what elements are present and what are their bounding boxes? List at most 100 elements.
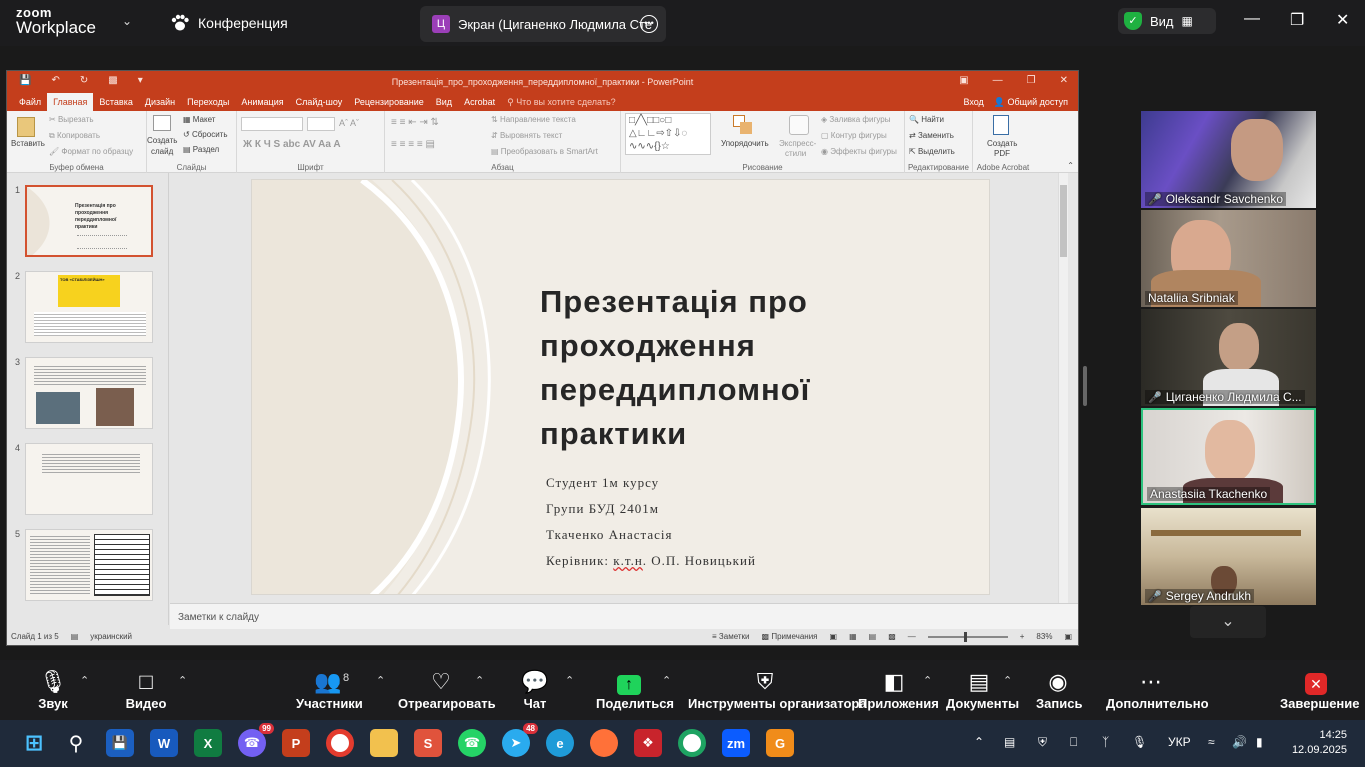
edge-icon[interactable]: e bbox=[546, 729, 574, 757]
system-clock[interactable]: 14:25 12.09.2025 bbox=[1292, 728, 1347, 758]
tray-bluetooth-icon[interactable]: ᛉ bbox=[1102, 735, 1109, 749]
font-grow-icon[interactable]: Aˆ Aˇ bbox=[339, 118, 359, 128]
ribbon-tab-9[interactable]: Acrobat bbox=[458, 93, 501, 111]
minimize-icon[interactable]: — bbox=[1244, 10, 1260, 28]
shapes-gallery[interactable]: □╱╲□□○□ △∟∟⇨⇧⇩◌ ∿∿∿{}☆ bbox=[625, 113, 711, 155]
slide-sorter-icon[interactable]: ▦ bbox=[849, 632, 857, 641]
participant-video-2[interactable]: Nataliia Sribniak bbox=[1141, 210, 1316, 307]
more-button[interactable]: ⋯ Дополнительно bbox=[1106, 668, 1209, 711]
slide-thumbnail-1[interactable]: Презентація про проходження переддипломн… bbox=[25, 185, 153, 257]
zoom-out-icon[interactable]: — bbox=[908, 632, 916, 641]
more-options-icon[interactable]: ••• bbox=[640, 15, 658, 33]
close-icon[interactable]: ✕ bbox=[1336, 10, 1349, 30]
telegram-icon[interactable]: ➤ 48 bbox=[502, 723, 538, 757]
slide-thumbnail-2[interactable]: ТОВ «СТАБІЛІЗЕЙШН» bbox=[25, 271, 153, 343]
ribbon-tab-2[interactable]: Вставка bbox=[93, 93, 138, 111]
find-button[interactable]: 🔍 Найти bbox=[909, 115, 944, 124]
ribbon-tab-4[interactable]: Переходы bbox=[181, 93, 235, 111]
scroll-participants-down-icon[interactable]: ⌄ bbox=[1190, 606, 1266, 638]
participant-video-4-active-speaker[interactable]: Anastasiia Tkachenko bbox=[1141, 408, 1316, 505]
react-button[interactable]: ♡ Отреагировать bbox=[398, 668, 496, 711]
ribbon-tab-8[interactable]: Вид bbox=[430, 93, 458, 111]
word-icon[interactable]: W bbox=[150, 729, 178, 757]
zoom-app-icon[interactable]: zm bbox=[722, 729, 750, 757]
signin-link[interactable]: Вход bbox=[963, 97, 983, 108]
text-direction-button[interactable]: ⇅ Направление текста bbox=[491, 115, 576, 124]
audio-button[interactable]: 🎙 Звук bbox=[36, 668, 70, 711]
save-app-icon[interactable]: 💾 bbox=[106, 729, 134, 757]
slideshow-view-icon[interactable]: ▩ bbox=[888, 632, 896, 641]
create-pdf-icon[interactable] bbox=[993, 115, 1009, 135]
chat-button[interactable]: 💬 Чат bbox=[520, 668, 550, 711]
slide-thumbnail-4[interactable] bbox=[25, 443, 153, 515]
tray-monitor-icon[interactable]: ▤ bbox=[1004, 735, 1015, 749]
video-options-caret[interactable]: ⌃ bbox=[178, 674, 187, 687]
end-meeting-button[interactable]: ✕ Завершение bbox=[1280, 668, 1360, 711]
zoom-slider[interactable] bbox=[927, 631, 1008, 642]
chevron-down-icon[interactable]: ⌄ bbox=[122, 14, 132, 28]
pdf-app-icon[interactable]: G bbox=[766, 729, 794, 757]
font-format-icons[interactable]: Ж К Ч S abc AV Aa A bbox=[243, 139, 341, 150]
restore-icon[interactable]: ❐ bbox=[1290, 10, 1304, 30]
windows-start-icon[interactable]: ⊞ bbox=[20, 729, 48, 757]
video-button[interactable]: □ Видео bbox=[124, 668, 168, 711]
view-button[interactable]: ✓ Вид ▦ bbox=[1118, 8, 1216, 34]
tray-mic-icon[interactable]: 🎙 bbox=[1132, 735, 1147, 749]
react-options-caret[interactable]: ⌃ bbox=[475, 674, 484, 687]
participant-video-1[interactable]: 🎤 Oleksandr Savchenko bbox=[1141, 111, 1316, 208]
font-name-input[interactable] bbox=[241, 117, 303, 131]
search-icon[interactable]: ⚲ bbox=[62, 729, 90, 757]
ribbon-tab-7[interactable]: Рецензирование bbox=[348, 93, 430, 111]
language-indicator[interactable]: УКР bbox=[1168, 735, 1191, 749]
align-text-button[interactable]: ⇵ Выровнять текст bbox=[491, 131, 562, 140]
reading-view-icon[interactable]: ▤ bbox=[869, 632, 877, 641]
ppt-restore-icon[interactable]: ❐ bbox=[1027, 75, 1036, 86]
slide-thumbnail-5[interactable] bbox=[25, 529, 153, 601]
screen-share-tab[interactable]: Ц Экран (Циганенко Людмила Сте ••• bbox=[420, 6, 666, 42]
layout-button[interactable]: ▦ Макет bbox=[183, 115, 215, 124]
whatsapp-icon[interactable]: ☎ bbox=[458, 729, 486, 757]
battery-icon[interactable]: ▮ bbox=[1256, 735, 1263, 749]
align-icons[interactable]: ≡ ≡ ≡ ≡ ▤ bbox=[391, 139, 435, 150]
replace-button[interactable]: ⇄ Заменить bbox=[909, 131, 954, 140]
ribbon-tab-6[interactable]: Слайд-шоу bbox=[290, 93, 349, 111]
tray-security-icon[interactable]: ⛨ bbox=[1038, 735, 1047, 750]
slide-subtitle[interactable]: Студент 1м курсу Групи БУД 2401м Ткаченк… bbox=[546, 470, 756, 574]
select-button[interactable]: ⇱ Выделить bbox=[909, 147, 955, 156]
slide-1[interactable]: Презентація про проходження переддипломн… bbox=[251, 179, 990, 595]
comments-toggle[interactable]: ▩ Примечания bbox=[762, 632, 818, 641]
ribbon-tab-1[interactable]: Главная bbox=[47, 93, 94, 111]
quick-styles-button[interactable]: Экспресс- bbox=[779, 139, 816, 148]
quick-styles-button-2[interactable]: стили bbox=[785, 149, 806, 158]
share-button[interactable]: 👤 Общий доступ bbox=[994, 97, 1068, 108]
spellcheck-icon[interactable]: ▤ bbox=[71, 632, 79, 641]
firefox-icon[interactable] bbox=[590, 729, 618, 757]
zoom-in-icon[interactable]: + bbox=[1020, 632, 1025, 641]
arrange-icon[interactable] bbox=[733, 115, 753, 135]
share-screen-button[interactable]: ↑ Поделиться bbox=[596, 668, 674, 711]
volume-icon[interactable]: 🔊 bbox=[1232, 735, 1247, 749]
cut-button[interactable]: ✂ Вырезать bbox=[49, 115, 94, 124]
vertical-scrollbar[interactable] bbox=[1058, 173, 1068, 603]
create-pdf-button[interactable]: Создать bbox=[987, 139, 1017, 148]
notes-toggle[interactable]: ≡ Заметки bbox=[712, 632, 750, 641]
new-slide-button-2[interactable]: слайд bbox=[151, 147, 173, 156]
file-explorer-icon[interactable] bbox=[370, 729, 398, 757]
normal-view-icon[interactable]: ▣ bbox=[830, 632, 838, 641]
chrome-profile-icon[interactable] bbox=[678, 729, 706, 757]
list-icons[interactable]: ≡ ≡ ⇤ ⇥ ⇅ bbox=[391, 117, 439, 128]
participant-video-5[interactable]: 🎤 Sergey Andrukh bbox=[1141, 508, 1316, 605]
host-tools-button[interactable]: ⛨ Инструменты организатора bbox=[688, 668, 867, 711]
create-pdf-button-2[interactable]: PDF bbox=[994, 149, 1010, 158]
language-indicator[interactable]: украинский bbox=[90, 632, 132, 641]
format-painter-button[interactable]: 🖌 Формат по образцу bbox=[49, 147, 133, 156]
powerpoint-icon[interactable]: P bbox=[282, 729, 310, 757]
notes-pane[interactable]: Заметки к слайду bbox=[170, 603, 1078, 631]
ribbon-tab-5[interactable]: Анимация bbox=[235, 93, 289, 111]
reset-button[interactable]: ↺ Сбросить bbox=[183, 130, 228, 139]
quick-styles-icon[interactable] bbox=[789, 115, 809, 135]
shape-fill-button[interactable]: ◈ Заливка фигуры bbox=[821, 115, 890, 124]
apps-button[interactable]: ◧ Приложения bbox=[858, 668, 939, 711]
record-button[interactable]: ◉ Запись bbox=[1036, 668, 1082, 711]
participants-button[interactable]: 👥 Участники bbox=[296, 668, 363, 711]
